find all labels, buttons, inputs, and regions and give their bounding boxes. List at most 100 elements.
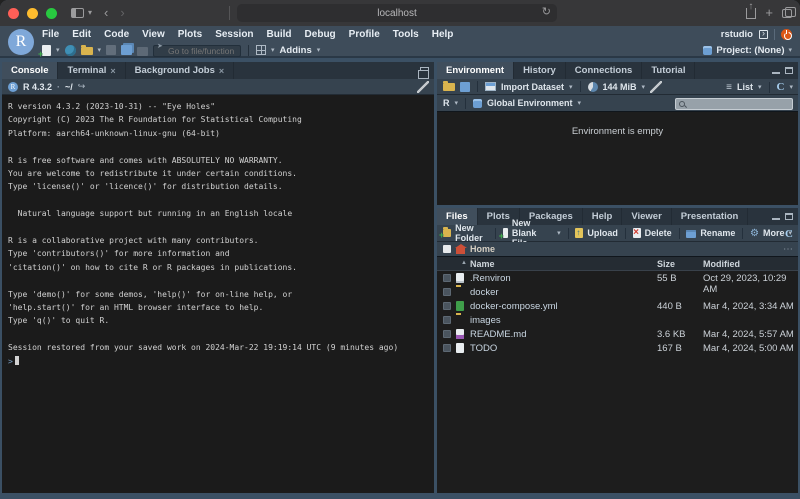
tab-console[interactable]: Console (2, 62, 58, 79)
column-header-modified[interactable]: Modified (703, 259, 740, 269)
new-tab-icon[interactable] (765, 0, 773, 26)
close-window-button[interactable] (8, 8, 19, 19)
power-icon[interactable] (781, 29, 792, 40)
environment-search-box[interactable] (675, 98, 793, 110)
memory-usage-label[interactable]: 144 MiB (603, 82, 637, 92)
scope-caret-icon[interactable] (578, 99, 582, 107)
console-prompt[interactable]: > (8, 355, 434, 368)
tab-tutorial[interactable]: Tutorial (642, 62, 695, 79)
back-button[interactable] (104, 0, 108, 26)
file-name-link[interactable]: docker-compose.yml (470, 301, 558, 312)
refresh-icon[interactable]: C (777, 81, 785, 93)
upload-button[interactable]: Upload (575, 228, 618, 238)
row-checkbox[interactable] (443, 330, 451, 338)
save-workspace-icon[interactable] (460, 82, 470, 92)
import-dataset-icon[interactable] (485, 82, 496, 91)
minimize-pane-icon[interactable] (772, 72, 780, 74)
table-row[interactable]: .Renviron 55 B Oct 29, 2023, 10:29 AM (437, 271, 798, 285)
rename-button[interactable]: Rename (686, 228, 735, 238)
table-row[interactable]: TODO 167 B Mar 4, 2024, 5:00 AM (437, 341, 798, 355)
menu-help[interactable]: Help (432, 29, 454, 40)
save-all-icon[interactable] (121, 45, 132, 55)
list-view-caret-icon[interactable] (758, 83, 762, 91)
list-view-button[interactable]: List (737, 82, 753, 92)
working-directory-label[interactable]: ~/ (65, 82, 73, 92)
file-name-link[interactable]: images (470, 315, 501, 326)
menu-file[interactable]: File (42, 29, 59, 40)
table-row[interactable]: images (437, 313, 798, 327)
home-icon[interactable] (456, 248, 465, 254)
menu-view[interactable]: View (142, 29, 165, 40)
tab-background-jobs[interactable]: Background Jobs (126, 62, 235, 79)
share-icon[interactable] (746, 8, 756, 19)
table-row[interactable]: docker (437, 285, 798, 299)
tabs-overview-icon[interactable] (782, 9, 792, 18)
row-checkbox[interactable] (443, 344, 451, 352)
pane-layout-caret-icon[interactable] (271, 46, 275, 54)
table-row[interactable]: docker-compose.yml 440 B Mar 4, 2024, 3:… (437, 299, 798, 313)
address-bar[interactable]: localhost (237, 4, 557, 22)
new-project-icon[interactable] (65, 45, 76, 56)
menu-session[interactable]: Session (215, 29, 253, 40)
import-dataset-button[interactable]: Import Dataset (501, 82, 564, 92)
menu-edit[interactable]: Edit (72, 29, 91, 40)
row-checkbox[interactable] (443, 274, 451, 282)
close-icon[interactable] (110, 66, 115, 76)
tab-connections[interactable]: Connections (566, 62, 643, 79)
environment-search-input[interactable] (688, 99, 788, 109)
row-checkbox[interactable] (443, 302, 451, 310)
table-row[interactable]: README.md 3.6 KB Mar 4, 2024, 5:57 AM (437, 327, 798, 341)
import-dataset-caret-icon[interactable] (569, 83, 573, 91)
sidebar-toggle-icon[interactable] (71, 8, 84, 18)
path-home-label[interactable]: Home (470, 244, 495, 254)
refresh-icon[interactable]: C (785, 228, 793, 240)
row-checkbox[interactable] (443, 316, 451, 324)
reload-icon[interactable] (542, 5, 551, 18)
new-folder-button[interactable]: New Folder (443, 223, 488, 243)
tab-terminal[interactable]: Terminal (58, 62, 125, 79)
menu-code[interactable]: Code (104, 29, 129, 40)
scope-selector[interactable]: Global Environment (487, 98, 573, 108)
row-checkbox[interactable] (443, 288, 451, 296)
tab-history[interactable]: History (514, 62, 566, 79)
file-name-link[interactable]: docker (470, 287, 499, 298)
path-more-icon[interactable] (783, 244, 793, 255)
open-file-icon[interactable] (81, 47, 93, 55)
load-workspace-icon[interactable] (443, 83, 455, 91)
open-file-caret-icon[interactable] (98, 46, 102, 54)
close-icon[interactable] (219, 66, 224, 76)
new-file-icon[interactable] (42, 45, 51, 56)
file-name-link[interactable]: .Renviron (470, 273, 511, 284)
tab-presentation[interactable]: Presentation (672, 208, 749, 225)
maximize-pane-icon[interactable] (785, 67, 793, 74)
maximize-pane-icon[interactable] (785, 213, 793, 220)
tab-viewer[interactable]: Viewer (622, 208, 671, 225)
goto-file-input[interactable] (153, 45, 241, 57)
sort-ascending-icon[interactable] (461, 260, 467, 266)
open-directory-icon[interactable] (78, 81, 86, 92)
menu-profile[interactable]: Profile (349, 29, 380, 40)
addins-caret-icon[interactable] (317, 46, 321, 54)
save-icon[interactable] (106, 45, 116, 55)
minimize-pane-icon[interactable] (772, 218, 780, 220)
minimize-window-button[interactable] (27, 8, 38, 19)
new-file-caret-icon[interactable] (56, 46, 60, 54)
memory-caret-icon[interactable] (642, 83, 646, 91)
file-name-link[interactable]: TODO (470, 343, 497, 354)
clear-console-broom-icon[interactable] (417, 81, 429, 93)
sign-out-icon[interactable] (759, 30, 768, 39)
menu-plots[interactable]: Plots (178, 29, 202, 40)
restore-pane-icon[interactable] (420, 67, 429, 74)
language-caret-icon[interactable] (455, 99, 459, 107)
delete-button[interactable]: Delete (633, 228, 672, 238)
menu-tools[interactable]: Tools (393, 29, 419, 40)
refresh-caret-icon[interactable] (789, 83, 793, 91)
zoom-window-button[interactable] (46, 8, 57, 19)
project-selector[interactable]: Project: (None) (703, 42, 792, 58)
column-header-name[interactable]: Name (470, 259, 495, 269)
clear-environment-broom-icon[interactable] (650, 81, 662, 93)
tab-help[interactable]: Help (583, 208, 623, 225)
pane-layout-grid-icon[interactable] (256, 45, 266, 55)
menu-build[interactable]: Build (267, 29, 292, 40)
tab-environment[interactable]: Environment (437, 62, 514, 79)
